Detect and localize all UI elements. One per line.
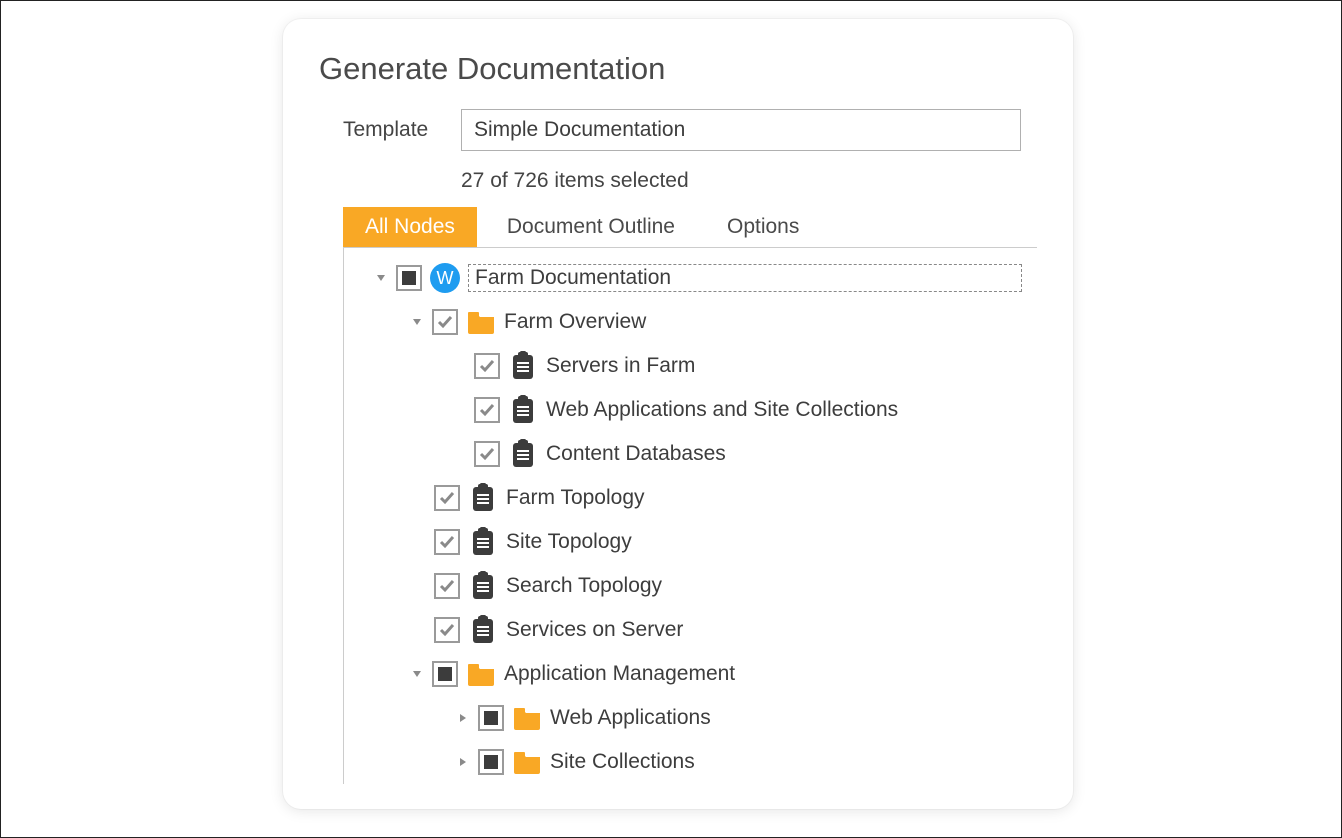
tree-node-label: Farm Overview (504, 310, 646, 334)
expand-toggle-icon[interactable] (456, 755, 470, 769)
clipboard-icon (468, 484, 498, 512)
tree-node-web-applications[interactable]: Web Applications (344, 696, 1037, 740)
generate-documentation-panel: Generate Documentation Template Simple D… (283, 19, 1073, 809)
folder-icon (466, 660, 496, 688)
checkbox-indeterminate[interactable] (432, 661, 458, 687)
tree-node-label: Farm Topology (506, 486, 645, 510)
tree-node-search-topology[interactable]: Search Topology (344, 564, 1037, 608)
panel-title: Generate Documentation (319, 51, 1037, 87)
tree-node-label: Search Topology (506, 574, 662, 598)
tab-all-nodes[interactable]: All Nodes (343, 207, 477, 247)
checkbox-checked[interactable] (474, 441, 500, 467)
tab-options[interactable]: Options (705, 207, 821, 247)
outer-frame: Generate Documentation Template Simple D… (0, 0, 1342, 838)
checkbox-indeterminate[interactable] (478, 749, 504, 775)
tree-node-label: Web Applications and Site Collections (546, 398, 898, 422)
checkbox-indeterminate[interactable] (478, 705, 504, 731)
expand-toggle-icon[interactable] (410, 667, 424, 681)
clipboard-icon (508, 352, 538, 380)
tree-node-site-topology[interactable]: Site Topology (344, 520, 1037, 564)
tree-node-label: Content Databases (546, 442, 726, 466)
tree-node-label: Farm Documentation (468, 264, 1022, 292)
tree-node-farm-overview[interactable]: Farm Overview (344, 300, 1037, 344)
checkbox-checked[interactable] (432, 309, 458, 335)
expand-toggle-icon[interactable] (410, 315, 424, 329)
tree-view: W Farm Documentation Farm Overview (343, 247, 1037, 784)
tree-node-farm-topology[interactable]: Farm Topology (344, 476, 1037, 520)
tree-node-services-on-server[interactable]: Services on Server (344, 608, 1037, 652)
tree-node-web-apps-site-collections[interactable]: Web Applications and Site Collections (344, 388, 1037, 432)
checkbox-checked[interactable] (474, 353, 500, 379)
checkbox-checked[interactable] (434, 529, 460, 555)
clipboard-icon (468, 572, 498, 600)
checkbox-checked[interactable] (474, 397, 500, 423)
tree-node-content-databases[interactable]: Content Databases (344, 432, 1037, 476)
checkbox-checked[interactable] (434, 573, 460, 599)
word-icon: W (430, 263, 460, 293)
clipboard-icon (468, 616, 498, 644)
clipboard-icon (468, 528, 498, 556)
folder-icon (512, 748, 542, 776)
checkbox-indeterminate[interactable] (396, 265, 422, 291)
template-row: Template Simple Documentation (343, 109, 1037, 151)
template-label: Template (343, 118, 443, 142)
tree-node-label: Servers in Farm (546, 354, 695, 378)
tree-node-servers-in-farm[interactable]: Servers in Farm (344, 344, 1037, 388)
tree-node-farm-documentation[interactable]: W Farm Documentation (344, 256, 1037, 300)
checkbox-checked[interactable] (434, 485, 460, 511)
clipboard-icon (508, 440, 538, 468)
folder-icon (466, 308, 496, 336)
tab-document-outline[interactable]: Document Outline (485, 207, 697, 247)
tree-node-label: Application Management (504, 662, 735, 686)
expand-toggle-icon[interactable] (374, 271, 388, 285)
tab-bar: All Nodes Document Outline Options (343, 207, 1037, 247)
template-input[interactable]: Simple Documentation (461, 109, 1021, 151)
selection-count-label: 27 of 726 items selected (461, 169, 1037, 193)
clipboard-icon (508, 396, 538, 424)
tree-node-application-management[interactable]: Application Management (344, 652, 1037, 696)
tree-node-label: Site Collections (550, 750, 695, 774)
checkbox-checked[interactable] (434, 617, 460, 643)
tree-node-label: Services on Server (506, 618, 683, 642)
tree-node-label: Web Applications (550, 706, 711, 730)
tree-node-site-collections[interactable]: Site Collections (344, 740, 1037, 784)
expand-toggle-icon[interactable] (456, 711, 470, 725)
tree-node-label: Site Topology (506, 530, 632, 554)
folder-icon (512, 704, 542, 732)
